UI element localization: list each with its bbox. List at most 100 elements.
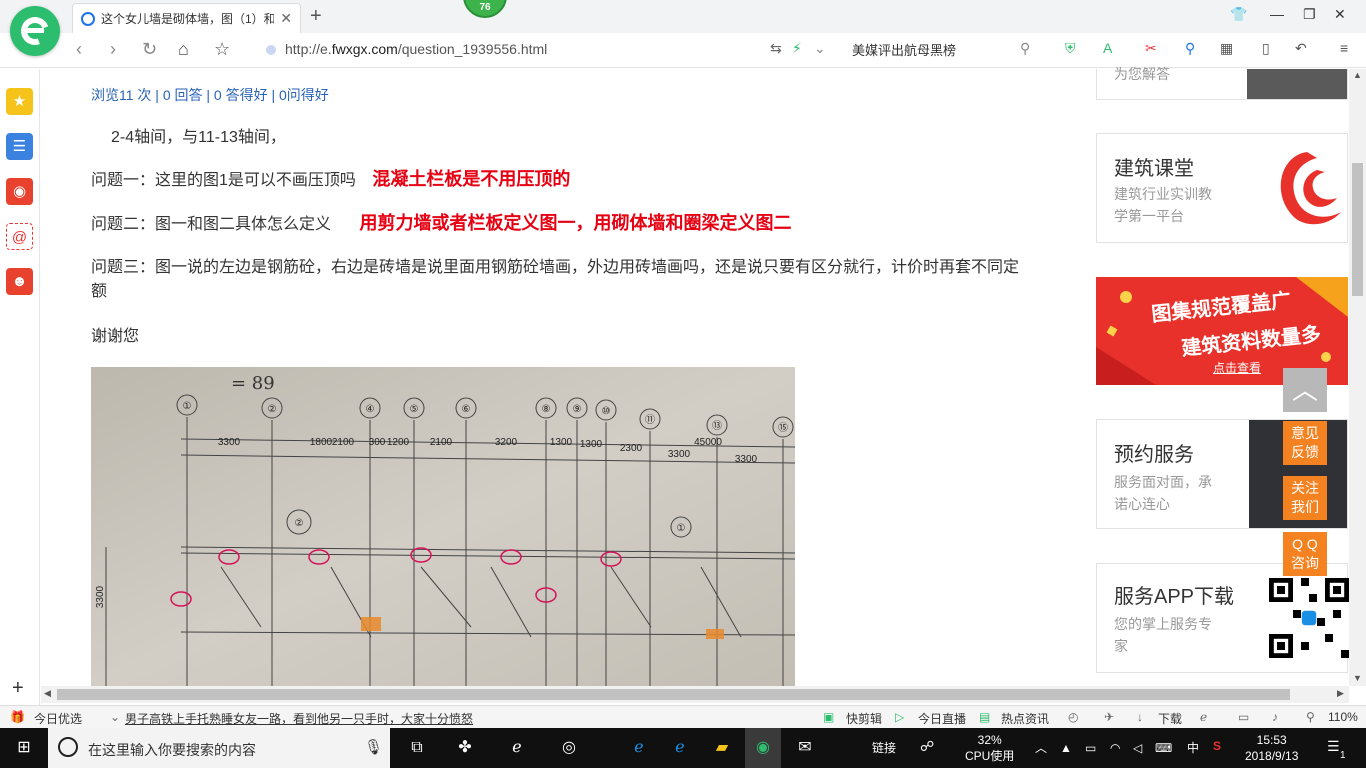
app-desc-1: 您的掌上服务专 — [1114, 616, 1212, 632]
reading-mode-icon[interactable]: ▯ — [1262, 40, 1270, 57]
task-view-icon[interactable]: ⧉ — [405, 736, 429, 760]
vertical-scrollbar[interactable] — [1349, 69, 1366, 686]
volume-icon[interactable]: ◁ — [1133, 740, 1142, 756]
taskbar-search-box[interactable]: 在这里输入你要搜索的内容 🎙 — [48, 728, 390, 768]
horizontal-scroll-thumb[interactable] — [57, 689, 1290, 700]
action-center-icon[interactable]: ☰ — [1327, 738, 1340, 754]
chevron-down-icon[interactable]: ⌄ — [814, 40, 826, 57]
ime-indicator[interactable]: 中 — [1187, 740, 1199, 756]
back-icon[interactable]: ‹ — [76, 39, 82, 60]
attached-drawing-image[interactable]: = 89 ① ② ④ ⑤ ⑥ ⑧ ⑨ ⑩ ⑪ ⑬ ⑮ 3300 1800 210… — [91, 367, 795, 687]
fan-app-icon[interactable]: ✤ — [453, 736, 477, 760]
tab-close-icon[interactable]: ✕ — [280, 10, 292, 27]
screenshot-icon[interactable]: ✂ — [1145, 40, 1157, 57]
reload-icon[interactable]: ↻ — [142, 39, 157, 60]
email-icon[interactable]: @ — [6, 223, 33, 250]
wifi-icon[interactable]: ◠ — [1110, 740, 1120, 756]
reader-icon[interactable]: ☰ — [6, 133, 33, 160]
ie-mode-icon[interactable]: ℯ — [1200, 710, 1207, 724]
download-link[interactable]: 下载 — [1158, 710, 1182, 727]
sound-icon[interactable]: ♪ — [1272, 710, 1278, 724]
kuaijian-link[interactable]: 快剪辑 — [846, 710, 882, 727]
microphone-icon[interactable]: 🎙 — [364, 738, 383, 756]
search-input[interactable]: 美媒评出航母黑榜 — [852, 40, 956, 59]
apps-icon[interactable]: ▦ — [1220, 40, 1233, 57]
internet-explorer-icon[interactable]: ℯ — [668, 736, 692, 760]
sogou-icon[interactable]: S — [1213, 738, 1221, 754]
question-stats[interactable]: 浏览11 次 | 0 回答 | 0 答得好 | 0问得好 — [91, 85, 329, 105]
weibo-icon[interactable]: ◉ — [6, 178, 33, 205]
minimize-icon[interactable]: — — [1270, 6, 1284, 22]
follow-us-button[interactable]: 关注 我们 — [1283, 476, 1327, 520]
speed-icon[interactable]: ◴ — [1068, 710, 1078, 724]
mail-icon[interactable]: ✉ — [793, 736, 817, 760]
restore-icon[interactable]: ❐ — [1303, 6, 1316, 23]
cpu-meter[interactable]: 32% CPU使用 — [965, 732, 1014, 764]
clock[interactable]: 15:53 2018/9/13 — [1245, 732, 1298, 764]
feedback-button[interactable]: 意见 反馈 — [1283, 421, 1327, 465]
favorites-icon[interactable]: ★ — [6, 88, 33, 115]
undo-icon[interactable]: ↶ — [1295, 40, 1307, 57]
drawing-axis-label: ④ — [366, 404, 375, 415]
file-explorer-icon[interactable]: ▰ — [710, 736, 734, 760]
qq-consult-button[interactable]: Q Q 咨询 — [1283, 532, 1327, 576]
game-icon[interactable]: ☻ — [6, 268, 33, 295]
forward-icon[interactable]: › — [110, 39, 116, 60]
drawing-axis-label: ⑧ — [542, 404, 551, 415]
drawing-axis-label: ⑩ — [602, 406, 611, 417]
browser-tab[interactable]: 这个女儿墙是砌体墙，图（1）和 ✕ — [72, 3, 301, 33]
links-toolbar[interactable]: 链接 — [872, 740, 896, 756]
menu-icon[interactable]: ≡ — [1340, 40, 1348, 56]
skin-icon[interactable]: 👕 — [1230, 6, 1247, 23]
battery-icon[interactable]: ▭ — [1085, 740, 1096, 756]
keyboard-icon[interactable]: ⌨ — [1155, 740, 1172, 756]
kuaijian-icon[interactable]: ▣ — [823, 710, 834, 724]
windows-start-icon[interactable]: ⊞ — [12, 736, 36, 760]
download-icon[interactable]: ↓ — [1137, 710, 1143, 724]
app-download-card[interactable]: 服务APP下载 您的掌上服务专 家 — [1096, 563, 1349, 673]
speed-mode-icon[interactable]: ⚡ — [792, 40, 802, 57]
live-icon[interactable]: ▷ — [895, 710, 904, 724]
url-field[interactable]: http://e.fwxgx.com/question_1939556.html — [285, 41, 547, 57]
live-link[interactable]: 今日直播 — [918, 710, 966, 727]
site-info-icon[interactable] — [266, 45, 276, 55]
vertical-scroll-thumb[interactable] — [1352, 163, 1363, 296]
scroll-down-icon[interactable]: ▼ — [1353, 673, 1362, 683]
browser-logo[interactable] — [10, 6, 60, 56]
hot-news-link[interactable]: 热点资讯 — [1001, 710, 1049, 727]
scroll-left-icon[interactable]: ◀ — [44, 688, 51, 699]
zoom-icon[interactable]: ⚲ — [1306, 710, 1315, 724]
security-shield-icon[interactable]: ⛨ — [1065, 40, 1076, 57]
cpu-percent: 32% — [977, 733, 1002, 747]
window-icon[interactable]: ▭ — [1238, 710, 1249, 724]
new-tab-icon[interactable]: + — [310, 5, 322, 28]
search-icon[interactable]: ⚲ — [1020, 40, 1030, 57]
app-icon[interactable]: ◎ — [557, 736, 581, 760]
course-card[interactable]: 建筑课堂 建筑行业实训教 学第一平台 — [1096, 133, 1348, 243]
scroll-up-icon[interactable]: ▲ — [1353, 70, 1362, 80]
banner-cta-link[interactable]: 点击查看 — [1213, 359, 1261, 376]
expert-card[interactable]: 为您解答 — [1096, 66, 1348, 100]
find-icon[interactable]: ⚲ — [1185, 40, 1195, 57]
translate-icon[interactable]: A — [1103, 40, 1112, 56]
zoom-level[interactable]: 110% — [1328, 710, 1358, 724]
weather-badge[interactable]: 76 — [463, 0, 507, 18]
today-picks-link[interactable]: 今日优选 — [34, 710, 82, 727]
360-browser-taskbar-icon[interactable]: ◉ — [745, 728, 781, 768]
gift-icon[interactable]: 🎁 — [10, 710, 25, 724]
pin-icon[interactable]: ✈ — [1104, 710, 1114, 724]
edge-icon[interactable]: ℯ — [505, 736, 529, 760]
tray-expand-icon[interactable]: ︿ — [1035, 740, 1047, 756]
close-window-icon[interactable]: ✕ — [1334, 6, 1346, 23]
add-sidebar-icon[interactable]: + — [12, 677, 24, 700]
ie-icon[interactable]: ℯ — [627, 736, 651, 760]
favorite-star-icon[interactable]: ☆ — [214, 39, 230, 60]
back-to-top-button[interactable]: ︿ — [1283, 368, 1327, 412]
home-icon[interactable]: ⌂ — [178, 39, 189, 60]
share-icon[interactable]: ⇆ — [770, 40, 782, 57]
tray-notification-icon[interactable]: ▲ — [1060, 740, 1072, 756]
scroll-right-icon[interactable]: ▶ — [1337, 688, 1344, 699]
hot-news-icon[interactable]: ▤ — [979, 710, 990, 724]
people-icon[interactable]: ☍ — [920, 738, 934, 754]
news-headline-link[interactable]: 男子高铁上手托熟睡女友一路，看到他另一只手时，大家十分愤怒 — [125, 710, 473, 727]
